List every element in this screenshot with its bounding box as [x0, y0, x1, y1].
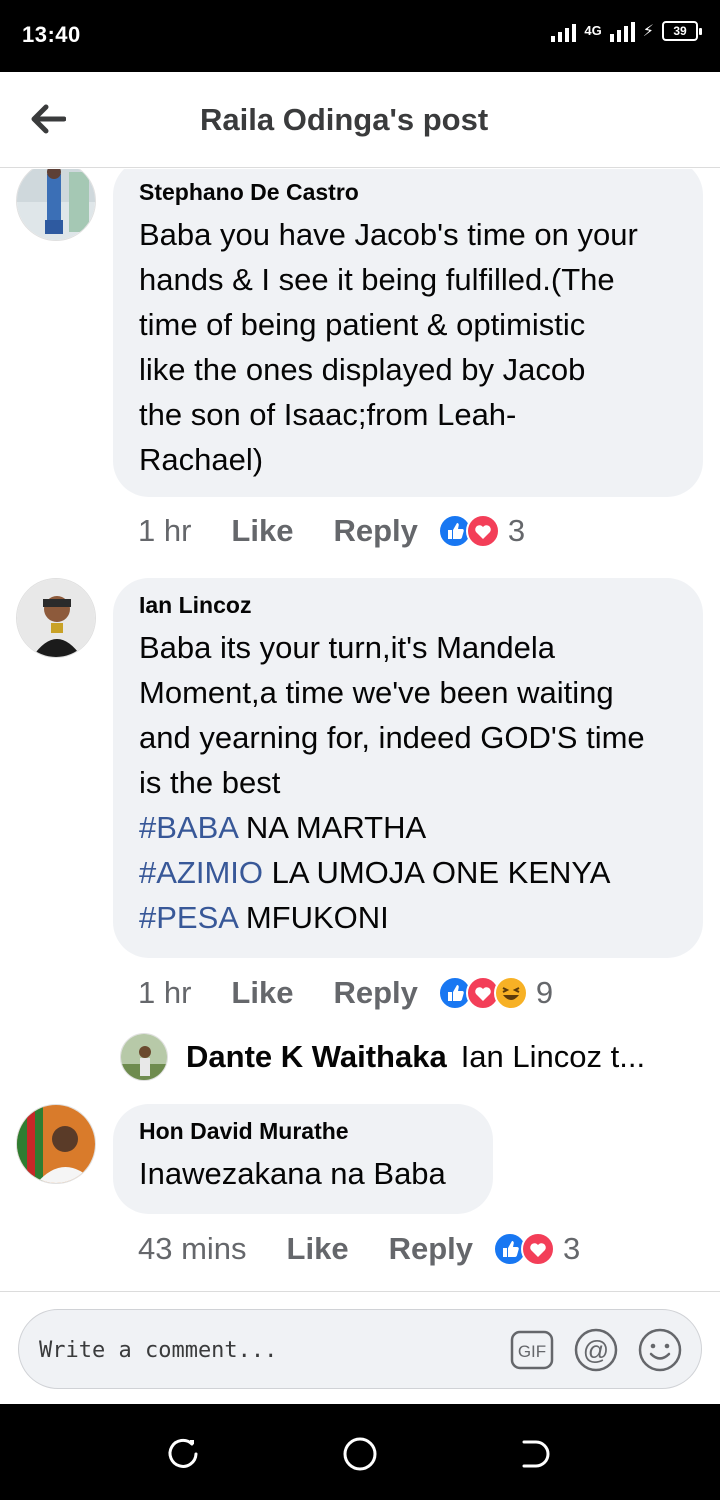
reactions-summary[interactable]: 3 [437, 513, 526, 549]
comment-line: Baba you have Jacob's time on your [139, 217, 638, 252]
page-title: Raila Odinga's post [200, 102, 489, 137]
at-sign-icon: @ [574, 1328, 618, 1372]
comment-line: Inawezakana na Baba [139, 1156, 446, 1191]
love-reaction-icon [465, 514, 500, 548]
comment-bubble[interactable]: Stephano De Castro Baba you have Jacob's… [113, 169, 703, 497]
recent-apps-button[interactable] [164, 1434, 204, 1474]
comment-line: like the ones displayed by Jacob [139, 352, 586, 387]
haha-reaction-icon [493, 976, 528, 1010]
reaction-count: 3 [507, 513, 526, 548]
status-icons: 4G ⚡ 39 [551, 20, 702, 42]
home-button[interactable] [340, 1434, 380, 1474]
comment-time[interactable]: 1 hr [138, 513, 191, 549]
signal-icon [551, 20, 577, 42]
back-nav-button[interactable] [516, 1434, 556, 1474]
network-type: 4G [584, 23, 602, 38]
app-header: Raila Odinga's post [0, 72, 720, 168]
comment-line: the son of Isaac;from Leah- [139, 397, 517, 432]
reactions-summary[interactable]: 9 [437, 975, 554, 1011]
comment-time[interactable]: 43 mins [138, 1231, 247, 1267]
comment-author[interactable]: Ian Lincoz [139, 592, 677, 619]
avatar[interactable] [16, 169, 96, 241]
comment-author[interactable]: Hon David Murathe [139, 1118, 467, 1145]
reply-button[interactable]: Reply [389, 1231, 473, 1267]
charging-icon: ⚡ [642, 23, 654, 40]
hashtag-line: #PESA MFUKONI [139, 895, 677, 940]
recent-apps-icon [168, 1438, 198, 1468]
avatar [120, 1033, 168, 1081]
like-button[interactable]: Like [287, 1231, 349, 1267]
hashtag-link[interactable]: #PESA [139, 900, 237, 935]
hashtag-line-text: MFUKONI [237, 900, 389, 935]
comment-line: and yearning for, indeed GOD'S time [139, 720, 645, 755]
hashtag-line: #AZIMIO LA UMOJA ONE KENYA [139, 850, 677, 895]
comment-text: Baba you have Jacob's time on your hands… [139, 212, 677, 482]
comment-line: Rachael) [139, 442, 264, 477]
like-button[interactable]: Like [231, 975, 293, 1011]
reply-button[interactable]: Reply [333, 513, 417, 549]
comment-actions: 43 mins Like Reply 3 [138, 1229, 580, 1269]
hashtag-link[interactable]: #BABA [139, 810, 237, 845]
mention-button[interactable]: @ [573, 1327, 619, 1373]
comment-time[interactable]: 1 hr [138, 975, 191, 1011]
back-button[interactable] [20, 94, 76, 144]
comment-line: time of being patient & optimistic [139, 307, 586, 342]
comment-composer: GIF @ [18, 1309, 702, 1389]
system-nav-bar [0, 1404, 720, 1500]
reply-button[interactable]: Reply [333, 975, 417, 1011]
reaction-count: 9 [535, 975, 554, 1010]
status-time: 13:40 [22, 22, 81, 47]
comment-actions: 1 hr Like Reply 3 [138, 511, 525, 551]
signal-icon-2 [609, 20, 635, 42]
hashtag-line: #BABA NA MARTHA [139, 805, 677, 850]
battery-icon: 39 [662, 21, 702, 41]
comment-composer-bar: GIF @ [0, 1291, 720, 1404]
avatar[interactable] [16, 578, 96, 658]
comment-text: Baba its your turn,it's Mandela Moment,a… [139, 625, 677, 940]
comment-line: Baba its your turn,it's Mandela [139, 630, 556, 665]
mention-label: @ [583, 1335, 609, 1365]
emoji-button[interactable] [637, 1327, 683, 1373]
comment-input[interactable] [39, 1328, 499, 1372]
comment-author[interactable]: Stephano De Castro [139, 179, 677, 206]
hashtag-line-text: LA UMOJA ONE KENYA [263, 855, 611, 890]
reply-preview[interactable]: Dante K Waithaka Ian Lincoz t... [120, 1031, 645, 1083]
comment-actions: 1 hr Like Reply 9 [138, 973, 553, 1013]
gif-button[interactable]: GIF [509, 1327, 555, 1373]
back-nav-icon [522, 1440, 550, 1468]
hashtag-line-text: NA MARTHA [237, 810, 427, 845]
reply-author[interactable]: Dante K Waithaka [186, 1039, 447, 1075]
comment-line: hands & I see it being fulfilled.(The [139, 262, 615, 297]
reply-snippet: Ian Lincoz t... [460, 1039, 646, 1074]
arrow-left-icon [31, 104, 66, 134]
like-button[interactable]: Like [231, 513, 293, 549]
comment-bubble[interactable]: Ian Lincoz Baba its your turn,it's Mande… [113, 578, 703, 958]
home-circle-icon [343, 1437, 377, 1471]
reaction-count: 3 [563, 1231, 581, 1266]
hashtag-link[interactable]: #AZIMIO [139, 855, 263, 890]
avatar[interactable] [16, 1104, 96, 1184]
gif-icon: GIF [510, 1330, 554, 1370]
gif-label: GIF [518, 1342, 546, 1361]
love-reaction-icon [521, 1232, 555, 1266]
comment-line: Moment,a time we've been waiting [139, 675, 614, 710]
comments-feed[interactable]: Stephano De Castro Baba you have Jacob's… [0, 169, 720, 1291]
status-bar: 13:40 4G ⚡ 39 [0, 0, 720, 72]
reactions-summary[interactable]: 3 [493, 1231, 580, 1267]
comment-bubble[interactable]: Hon David Murathe Inawezakana na Baba [113, 1104, 493, 1214]
comment-text: Inawezakana na Baba [139, 1151, 467, 1196]
smiley-icon [638, 1328, 682, 1372]
comment-line: is the best [139, 765, 281, 800]
